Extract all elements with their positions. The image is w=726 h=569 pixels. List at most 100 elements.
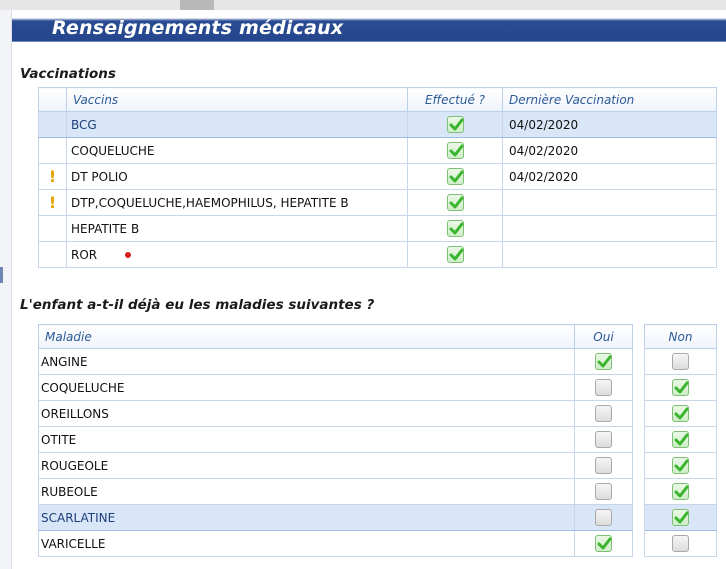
yes-cell [574, 400, 633, 427]
no-checkbox[interactable] [672, 405, 689, 422]
table-row[interactable]: OTITE [38, 426, 717, 453]
done-checkbox[interactable] [446, 116, 464, 133]
table-row[interactable]: BCG 04/02/2020 [38, 111, 717, 138]
done-checkbox[interactable] [446, 194, 464, 211]
disease-name: VARICELLE [38, 530, 575, 557]
disease-name: SCARLATINE [38, 504, 575, 531]
warning-cell [38, 215, 67, 242]
resize-grip[interactable] [180, 0, 214, 10]
no-checkbox[interactable] [672, 483, 689, 500]
table-row[interactable]: OREILLONS [38, 400, 717, 427]
vaccine-label: DT POLIO [71, 169, 128, 184]
column-spacer [632, 400, 645, 427]
yes-checkbox[interactable] [595, 509, 612, 526]
yes-checkbox[interactable] [595, 431, 612, 448]
warning-cell: ! [38, 163, 67, 190]
warning-cell: ! [38, 189, 67, 216]
no-checkbox[interactable] [672, 431, 689, 448]
checkmark-icon [597, 537, 612, 550]
diseases-title: L'enfant a-t-il déjà eu les maladies sui… [20, 297, 375, 313]
column-header-done[interactable]: Effectué ? [407, 87, 503, 112]
yes-checkbox[interactable] [595, 353, 612, 370]
table-row[interactable]: RUBEOLE [38, 478, 717, 505]
column-spacer [632, 426, 645, 453]
vaccine-name: HEPATITE B [66, 215, 408, 242]
checkmark-icon [449, 170, 463, 183]
done-checkbox[interactable] [446, 220, 464, 237]
page-title: Renseignements médicaux [52, 17, 344, 39]
section-header: Renseignements médicaux [12, 10, 726, 42]
checkmark-icon [449, 118, 463, 131]
table-header-row: Vaccins Effectué ? Dernière Vaccination [38, 87, 717, 112]
done-checkbox[interactable] [446, 246, 464, 263]
disease-name: OTITE [38, 426, 575, 453]
diseases-table: Maladie Oui Non ANGINE COQUELUCHE OREILLON… [38, 324, 717, 557]
no-checkbox[interactable] [672, 353, 689, 370]
column-spacer [632, 348, 645, 375]
column-header-vaccine[interactable]: Vaccins [66, 87, 408, 112]
warning-column-header [38, 87, 67, 112]
vaccine-name: DTP,COQUELUCHE,HAEMOPHILUS, HEPATITE B [66, 189, 408, 216]
no-cell [644, 504, 717, 531]
checkmark-icon [449, 144, 463, 157]
table-row[interactable]: COQUELUCHE 04/02/2020 [38, 137, 717, 164]
panel-marker [0, 267, 3, 283]
yes-checkbox[interactable] [595, 483, 612, 500]
last-vaccination-date [502, 215, 717, 242]
table-row[interactable]: SCARLATINE [38, 504, 717, 531]
done-cell [407, 137, 503, 164]
vaccine-label: COQUELUCHE [71, 143, 155, 158]
disease-name: ROUGEOLE [38, 452, 575, 479]
table-row[interactable]: ROUGEOLE [38, 452, 717, 479]
no-checkbox[interactable] [672, 379, 689, 396]
warning-cell [38, 241, 67, 268]
checkmark-icon [674, 485, 689, 498]
yes-cell [574, 374, 633, 401]
yes-checkbox[interactable] [595, 379, 612, 396]
column-spacer [632, 452, 645, 479]
vaccine-name: COQUELUCHE [66, 137, 408, 164]
done-cell [407, 241, 503, 268]
checkmark-icon [674, 407, 689, 420]
yes-checkbox[interactable] [595, 535, 612, 552]
required-dot-icon [125, 252, 132, 258]
yes-checkbox[interactable] [595, 457, 612, 474]
table-row[interactable]: ! DTP,COQUELUCHE,HAEMOPHILUS, HEPATITE B [38, 189, 717, 216]
checkmark-icon [449, 222, 463, 235]
table-row[interactable]: ANGINE [38, 348, 717, 375]
vaccine-name: DT POLIO [66, 163, 408, 190]
checkmark-icon [674, 459, 689, 472]
top-strip [0, 0, 726, 10]
column-header-disease[interactable]: Maladie [38, 324, 575, 349]
vaccine-label: DTP,COQUELUCHE,HAEMOPHILUS, HEPATITE B [71, 195, 349, 210]
no-checkbox[interactable] [672, 457, 689, 474]
warning-cell [38, 137, 67, 164]
no-cell [644, 530, 717, 557]
vaccinations-title: Vaccinations [20, 66, 116, 82]
done-cell [407, 163, 503, 190]
column-header-last-vaccination[interactable]: Dernière Vaccination [502, 87, 717, 112]
warning-icon: ! [48, 192, 57, 212]
table-row[interactable]: ! DT POLIO 04/02/2020 [38, 163, 717, 190]
done-checkbox[interactable] [446, 168, 464, 185]
yes-cell [574, 478, 633, 505]
last-vaccination-date [502, 189, 717, 216]
no-cell [644, 452, 717, 479]
yes-cell [574, 504, 633, 531]
yes-checkbox[interactable] [595, 405, 612, 422]
no-checkbox[interactable] [672, 535, 689, 552]
warning-icon: ! [48, 166, 57, 186]
column-header-no[interactable]: Non [644, 324, 717, 349]
no-cell [644, 374, 717, 401]
checkmark-icon [449, 248, 463, 261]
done-cell [407, 111, 503, 138]
no-checkbox[interactable] [672, 509, 689, 526]
table-row[interactable]: ROR [38, 241, 717, 268]
table-row[interactable]: VARICELLE [38, 530, 717, 557]
column-header-yes[interactable]: Oui [574, 324, 633, 349]
table-row[interactable]: COQUELUCHE [38, 374, 717, 401]
column-spacer [632, 504, 645, 531]
table-row[interactable]: HEPATITE B [38, 215, 717, 242]
no-cell [644, 478, 717, 505]
done-checkbox[interactable] [446, 142, 464, 159]
